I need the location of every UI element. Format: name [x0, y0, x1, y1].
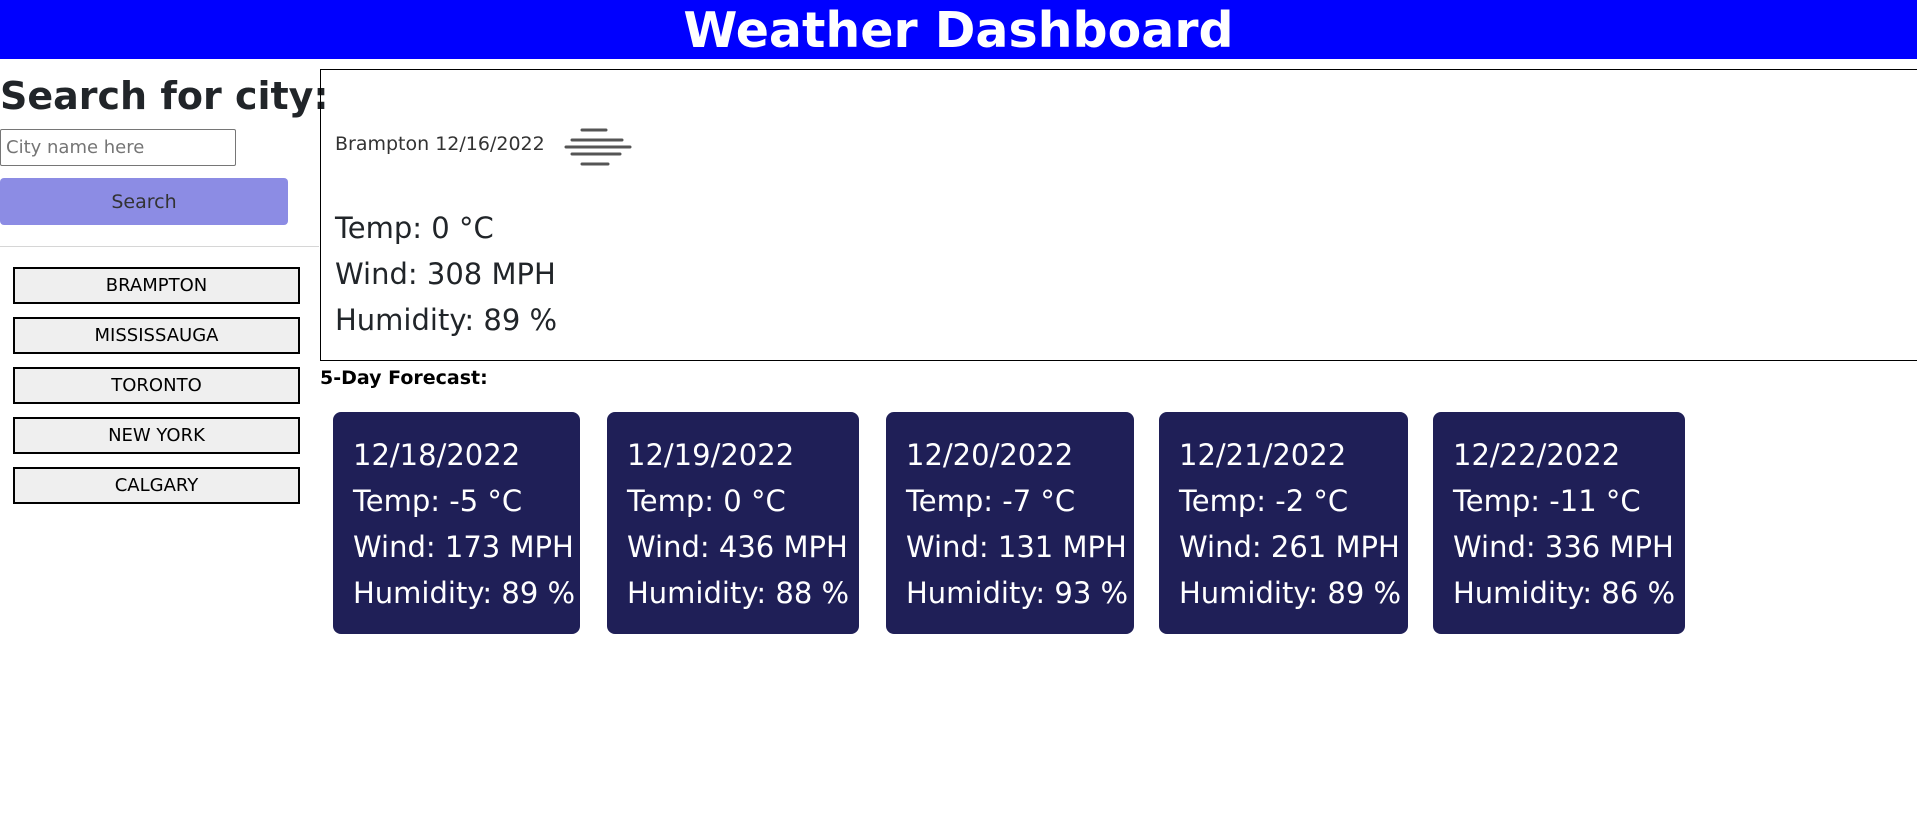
forecast-date: 12/22/2022	[1453, 438, 1621, 472]
forecast-card: 12/20/2022 Temp: -7 °C Wind: 131 MPH Hum…	[886, 412, 1134, 634]
forecast-temp: Temp: -5 °C	[353, 484, 523, 518]
history-city-button[interactable]: NEW YORK	[13, 417, 300, 454]
search-history-list: BRAMPTON MISSISSAUGA TORONTO NEW YORK CA…	[13, 267, 300, 517]
forecast-card: 12/19/2022 Temp: 0 °C Wind: 436 MPH Humi…	[607, 412, 859, 634]
forecast-wind: Wind: 336 MPH	[1453, 530, 1674, 564]
sidebar-divider	[0, 246, 319, 247]
forecast-wind: Wind: 173 MPH	[353, 530, 574, 564]
forecast-date: 12/21/2022	[1179, 438, 1347, 472]
forecast-temp: Temp: 0 °C	[627, 484, 786, 518]
current-city-date: Brampton 12/16/2022	[335, 133, 545, 155]
forecast-title: 5-Day Forecast:	[320, 367, 488, 389]
history-city-button[interactable]: CALGARY	[13, 467, 300, 504]
forecast-card: 12/22/2022 Temp: -11 °C Wind: 336 MPH Hu…	[1433, 412, 1685, 634]
city-search-input[interactable]	[0, 129, 236, 166]
forecast-temp: Temp: -11 °C	[1453, 484, 1641, 518]
forecast-wind: Wind: 436 MPH	[627, 530, 848, 564]
fog-icon	[562, 125, 632, 169]
forecast-date: 12/19/2022	[627, 438, 795, 472]
search-button[interactable]: Search	[0, 178, 288, 225]
forecast-wind: Wind: 261 MPH	[1179, 530, 1400, 564]
current-weather-panel: Brampton 12/16/2022 Temp: 0 °C Wind: 308…	[320, 69, 1917, 361]
forecast-date: 12/18/2022	[353, 438, 521, 472]
search-title: Search for city:	[0, 74, 329, 118]
current-temp: Temp: 0 °C	[335, 211, 494, 245]
forecast-humidity: Humidity: 93 %	[906, 576, 1129, 610]
forecast-temp: Temp: -2 °C	[1179, 484, 1349, 518]
forecast-humidity: Humidity: 89 %	[353, 576, 576, 610]
history-city-button[interactable]: TORONTO	[13, 367, 300, 404]
current-humidity: Humidity: 89 %	[335, 303, 558, 337]
forecast-humidity: Humidity: 88 %	[627, 576, 850, 610]
forecast-card: 12/18/2022 Temp: -5 °C Wind: 173 MPH Hum…	[333, 412, 580, 634]
forecast-temp: Temp: -7 °C	[906, 484, 1076, 518]
current-wind: Wind: 308 MPH	[335, 257, 556, 291]
forecast-humidity: Humidity: 89 %	[1179, 576, 1402, 610]
forecast-date: 12/20/2022	[906, 438, 1074, 472]
page-header: Weather Dashboard	[0, 0, 1917, 59]
history-city-button[interactable]: BRAMPTON	[13, 267, 300, 304]
forecast-wind: Wind: 131 MPH	[906, 530, 1127, 564]
history-city-button[interactable]: MISSISSAUGA	[13, 317, 300, 354]
forecast-card: 12/21/2022 Temp: -2 °C Wind: 261 MPH Hum…	[1159, 412, 1408, 634]
forecast-humidity: Humidity: 86 %	[1453, 576, 1676, 610]
page-title: Weather Dashboard	[683, 2, 1234, 59]
